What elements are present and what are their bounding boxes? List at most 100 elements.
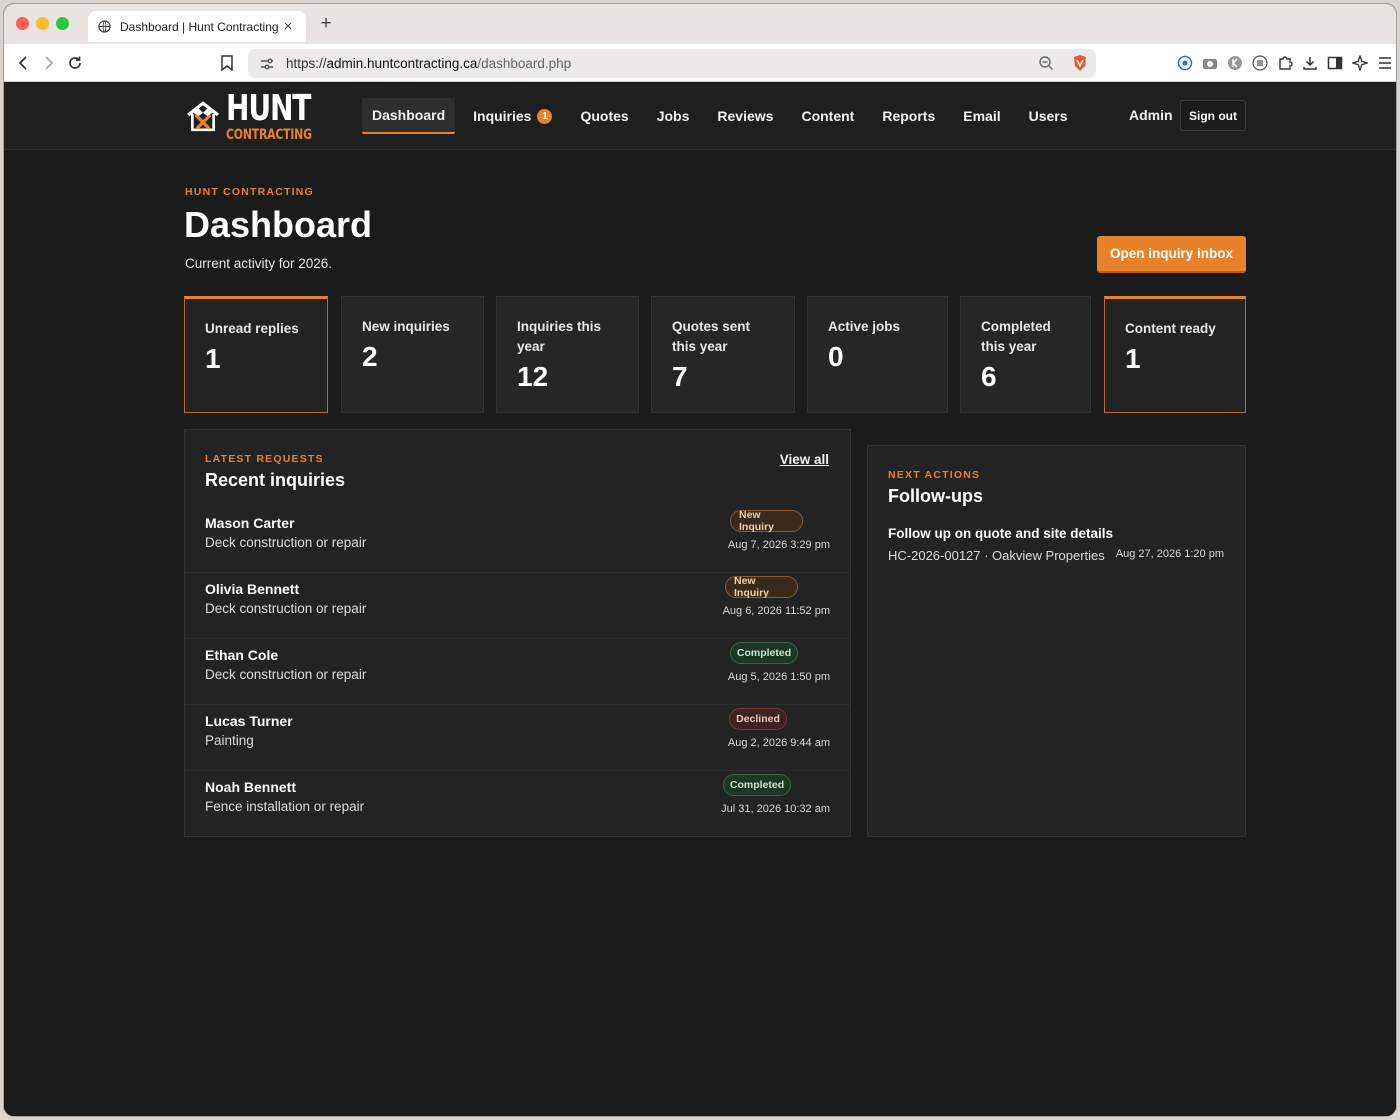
stat-card-unread-replies[interactable]: Unread replies 1	[184, 296, 328, 413]
stat-card-active-jobs[interactable]: Active jobs 0	[807, 296, 948, 413]
bookmark-button[interactable]	[217, 53, 237, 73]
stat-label: Active jobs	[828, 319, 901, 334]
recent-inquiries-panel: LATEST REQUESTS Recent inquiries View al…	[184, 429, 851, 837]
stat-card-completed-this-year[interactable]: Completed this year 6	[960, 296, 1091, 413]
status-badge: Declined	[729, 708, 787, 730]
extension-icons	[1176, 54, 1394, 72]
tab-strip: Dashboard | Hunt Contracting × +	[4, 4, 1396, 44]
inquiry-service: Fence installation or repair	[205, 799, 365, 814]
menu-icon[interactable]	[1376, 54, 1394, 72]
open-inquiry-inbox-button[interactable]: Open inquiry inbox	[1097, 236, 1246, 273]
browser-tab[interactable]: Dashboard | Hunt Contracting ×	[88, 11, 306, 42]
panel-eyebrow: NEXT ACTIONS	[888, 469, 981, 481]
inquiry-service: Deck construction or repair	[205, 667, 367, 682]
url-text[interactable]: https://admin.huntcontracting.ca/dashboa…	[286, 56, 571, 71]
back-button[interactable]	[14, 53, 34, 73]
brave-shield-icon[interactable]	[1072, 54, 1088, 72]
inquiry-row[interactable]: Lucas Turner Painting Declined Aug 2, 20…	[185, 705, 850, 771]
globe-icon	[98, 20, 111, 33]
nav-label: Quotes	[580, 108, 629, 124]
page-title: Dashboard	[184, 204, 373, 245]
stat-card-inquiries-this-year[interactable]: Inquiries this year 12	[496, 296, 639, 413]
stat-value: 2	[362, 341, 378, 372]
stat-label: Inquiries this year	[517, 319, 602, 354]
stat-label: Content ready	[1125, 321, 1216, 336]
inquiry-name: Olivia Bennett	[205, 581, 300, 597]
inquiry-service: Painting	[205, 733, 254, 748]
status-badge: New Inquiry	[725, 575, 798, 599]
follow-up-date: Aug 27, 2026 1:20 pm	[1115, 548, 1224, 560]
nav-label: Users	[1028, 108, 1068, 124]
reload-button[interactable]	[65, 53, 85, 73]
maximize-window-button[interactable]	[56, 17, 69, 30]
puzzle-icon[interactable]	[1276, 54, 1294, 72]
follow-up-reference: HC-2026-00127 · Oakview Properties	[888, 548, 1105, 563]
reader-icon[interactable]	[1251, 54, 1269, 72]
inquiry-row[interactable]: Mason Carter Deck construction or repair…	[185, 507, 850, 573]
new-tab-button[interactable]: +	[316, 13, 336, 35]
nav-reviews[interactable]: Reviews	[707, 98, 783, 134]
stat-card-content-ready[interactable]: Content ready 1	[1104, 296, 1246, 413]
inquiry-row[interactable]: Noah Bennett Fence installation or repai…	[185, 771, 850, 837]
status-badge: Completed	[723, 774, 791, 796]
url-scheme: https://	[286, 56, 327, 71]
brand-line-2: CONTRACTING	[226, 126, 312, 143]
stat-card-quotes-sent[interactable]: Quotes sent this year 7	[651, 296, 795, 413]
close-tab-icon[interactable]: ×	[280, 18, 296, 35]
stat-label: Unread replies	[205, 321, 299, 336]
sidebar-toggle-icon[interactable]	[1326, 54, 1344, 72]
ai-sparkle-icon[interactable]	[1351, 54, 1369, 72]
stat-value: 0	[828, 341, 844, 372]
nav-email[interactable]: Email	[953, 98, 1010, 134]
zoom-icon[interactable]	[1038, 55, 1054, 71]
vpn-icon[interactable]	[1176, 54, 1194, 72]
page-subtitle: Current activity for 2026.	[185, 256, 333, 271]
close-window-button[interactable]	[16, 17, 29, 30]
tab-title: Dashboard | Hunt Contracting	[120, 19, 279, 34]
stat-label: Completed this year	[981, 319, 1051, 354]
nav-dashboard[interactable]: Dashboard	[362, 98, 456, 134]
stat-value: 6	[981, 361, 997, 392]
address-bar[interactable]: https://admin.huntcontracting.ca/dashboa…	[248, 49, 1096, 78]
stat-value: 1	[1125, 343, 1141, 374]
back-arrow-icon	[18, 56, 27, 70]
status-badge: New Inquiry	[730, 509, 803, 533]
camera-icon[interactable]	[1201, 54, 1219, 72]
main-nav: Dashboard Inquiries 1 Quotes Jobs Reviews…	[362, 98, 1086, 134]
stat-label: New inquiries	[362, 319, 450, 334]
nav-users[interactable]: Users	[1019, 98, 1078, 134]
nav-quotes[interactable]: Quotes	[570, 98, 638, 134]
view-all-link[interactable]: View all	[780, 452, 829, 467]
brand-line-1: HUNT	[226, 87, 311, 129]
browser-window: Dashboard | Hunt Contracting × + https:/…	[4, 4, 1396, 1116]
nav-inquiries[interactable]: Inquiries 1	[463, 98, 562, 134]
browser-toolbar: https://admin.huntcontracting.ca/dashboa…	[4, 44, 1396, 82]
url-path: /dashboard.php	[477, 56, 572, 71]
inquiry-row[interactable]: Ethan Cole Deck construction or repair C…	[185, 639, 850, 705]
forward-button[interactable]	[38, 53, 58, 73]
nav-label: Jobs	[656, 108, 690, 124]
nav-reports[interactable]: Reports	[872, 98, 945, 134]
hunt-contracting-logo[interactable]: HUNT CONTRACTING	[186, 86, 336, 146]
brand-wordmark: HUNT CONTRACTING	[226, 87, 336, 143]
site-settings-icon[interactable]	[260, 58, 274, 70]
inquiry-row[interactable]: Olivia Bennett Deck construction or repa…	[185, 573, 850, 639]
minimize-window-button[interactable]	[36, 17, 49, 30]
reload-icon	[69, 56, 81, 69]
inquiries-count-badge: 1	[537, 108, 553, 124]
sign-out-button[interactable]: Sign out	[1180, 100, 1246, 131]
inquiry-name: Lucas Turner	[205, 713, 293, 729]
inquiry-date: Jul 31, 2026 10:32 am	[721, 803, 830, 815]
k-extension-icon[interactable]	[1226, 54, 1244, 72]
nav-jobs[interactable]: Jobs	[647, 98, 700, 134]
nav-content[interactable]: Content	[791, 98, 864, 134]
current-user-label[interactable]: Admin	[1129, 107, 1173, 123]
house-hammer-logo-icon	[187, 101, 219, 132]
follow-up-title[interactable]: Follow up on quote and site details	[888, 526, 1113, 541]
download-icon[interactable]	[1301, 54, 1319, 72]
stat-card-new-inquiries[interactable]: New inquiries 2	[341, 296, 484, 413]
nav-label: Reviews	[717, 108, 774, 124]
nav-label: Email	[963, 108, 1001, 124]
url-host: admin.huntcontracting.ca	[326, 56, 478, 71]
inquiry-date: Aug 2, 2026 9:44 am	[727, 737, 830, 749]
